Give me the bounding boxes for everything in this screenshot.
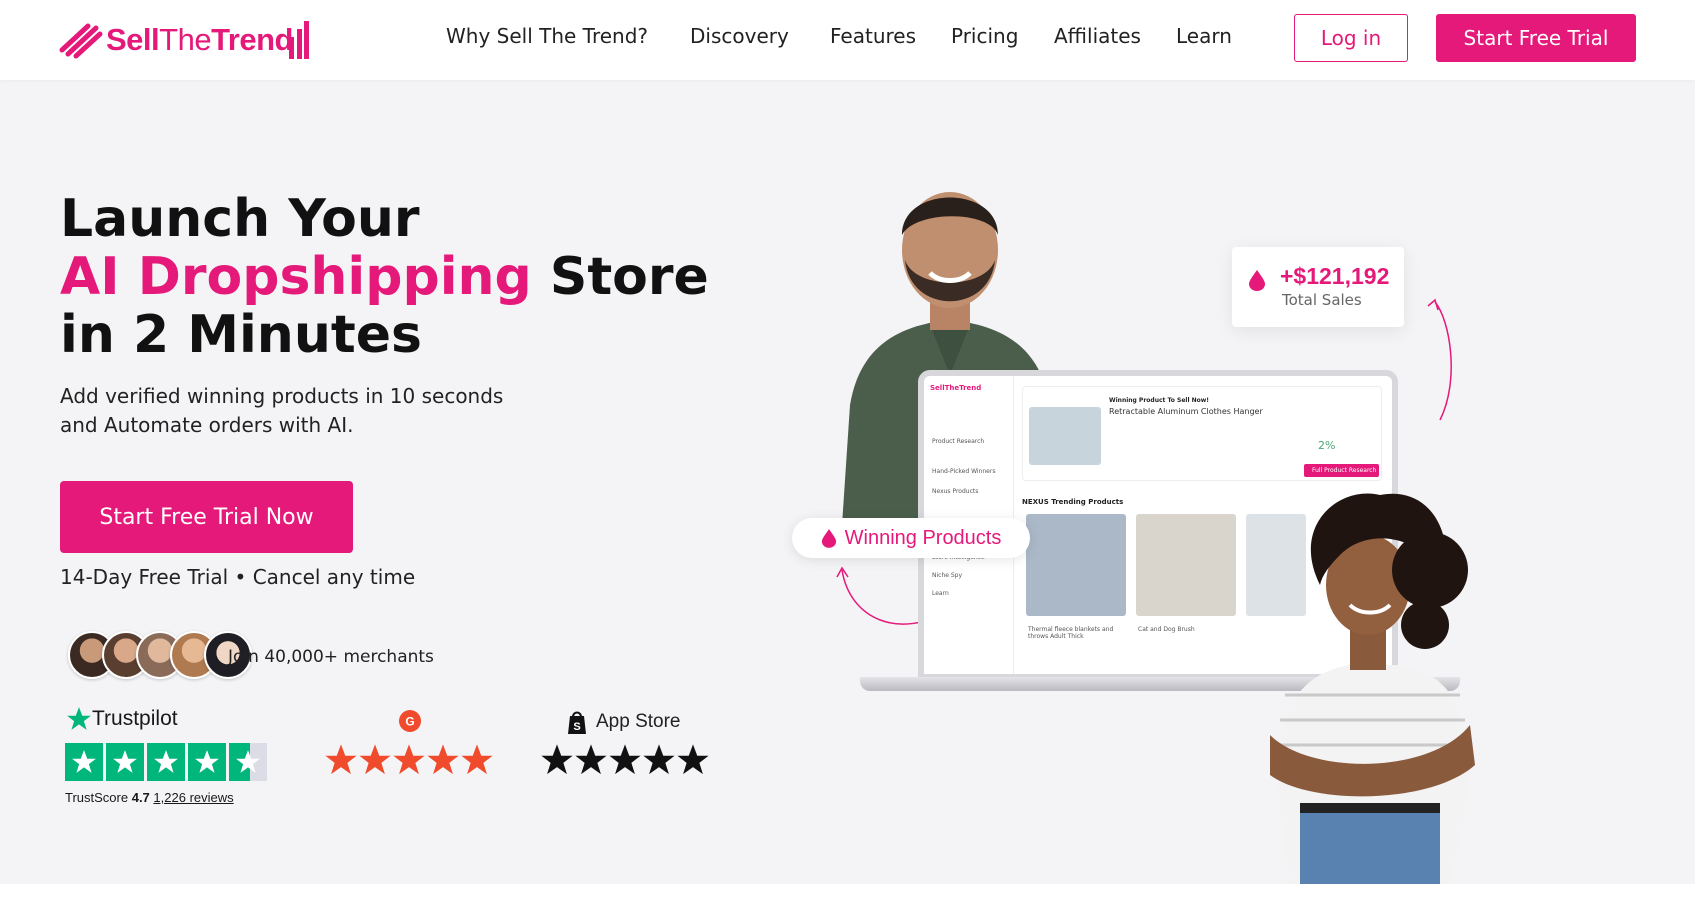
winning-products-badge: Winning Products [792, 518, 1030, 558]
trustpilot-logo[interactable]: Trustpilot [66, 706, 178, 732]
logo-bars-icon [288, 21, 309, 59]
nav-why-sell-the-trend[interactable]: Why Sell The Trend? [446, 24, 648, 48]
start-free-trial-button[interactable]: Start Free Trial [1436, 14, 1636, 62]
star-icon [147, 743, 185, 781]
flame-drop-icon [821, 529, 836, 548]
total-sales-label: Total Sales [1282, 291, 1362, 309]
nav-affiliates[interactable]: Affiliates [1054, 24, 1141, 48]
g2-logo-icon[interactable]: G [398, 709, 422, 733]
trustpilot-star-icon [67, 707, 91, 730]
hero-headline: Launch Your AI Dropshipping Store in 2 M… [60, 189, 709, 365]
svg-text:G: G [405, 715, 414, 729]
top-navbar: SellTheTrend Why Sell The Trend? Discove… [0, 0, 1695, 80]
headline-highlight: AI Dropshipping [60, 247, 532, 307]
star-icon [541, 744, 573, 775]
trial-note: 14-Day Free Trial • Cancel any time [60, 565, 416, 589]
flame-drop-icon [1249, 270, 1265, 291]
star-icon [575, 744, 607, 775]
nav-learn[interactable]: Learn [1176, 24, 1232, 48]
nav-features[interactable]: Features [830, 24, 916, 48]
g2-stars [324, 743, 494, 777]
nav-discovery[interactable]: Discovery [690, 24, 789, 48]
star-icon [461, 744, 493, 775]
trustscore-text: TrustScore 4.7 1,226 reviews [65, 790, 234, 805]
merchant-avatars [68, 631, 252, 681]
hero-subtitle: Add verified winning products in 10 seco… [60, 384, 504, 437]
section-divider [0, 884, 1695, 914]
svg-text:S: S [573, 721, 580, 733]
partial-star-icon [229, 743, 267, 781]
nav-pricing[interactable]: Pricing [951, 24, 1018, 48]
logo-text: SellTheTrend [106, 22, 293, 57]
star-icon [393, 744, 425, 775]
total-sales-card: +$121,192 Total Sales [1232, 247, 1404, 327]
star-icon [609, 744, 641, 775]
reviews-link[interactable]: 1,226 reviews [153, 790, 233, 805]
logo-swoosh-icon [59, 23, 103, 59]
star-icon [106, 743, 144, 781]
shopify-app-store-logo[interactable]: S App Store [566, 709, 681, 735]
shopify-bag-icon: S [568, 711, 586, 734]
star-icon [359, 744, 391, 775]
login-button[interactable]: Log in [1294, 14, 1408, 62]
join-merchants-text: Join 40,000+ merchants [228, 647, 434, 667]
star-icon [65, 743, 103, 781]
total-sales-value: +$121,192 [1280, 263, 1390, 289]
smiling-woman-image [1270, 493, 1475, 884]
trustpilot-stars [65, 743, 267, 781]
sellthetrend-logo[interactable]: SellTheTrend [58, 18, 309, 62]
star-icon [643, 744, 675, 775]
star-icon [677, 744, 709, 775]
star-icon [427, 744, 459, 775]
hero-visual: SellTheTrend Product Research Hand-Picke… [780, 80, 1500, 884]
start-free-trial-now-button[interactable]: Start Free Trial Now [60, 481, 353, 553]
star-icon [188, 743, 226, 781]
appstore-stars [540, 743, 710, 777]
star-icon [325, 744, 357, 775]
